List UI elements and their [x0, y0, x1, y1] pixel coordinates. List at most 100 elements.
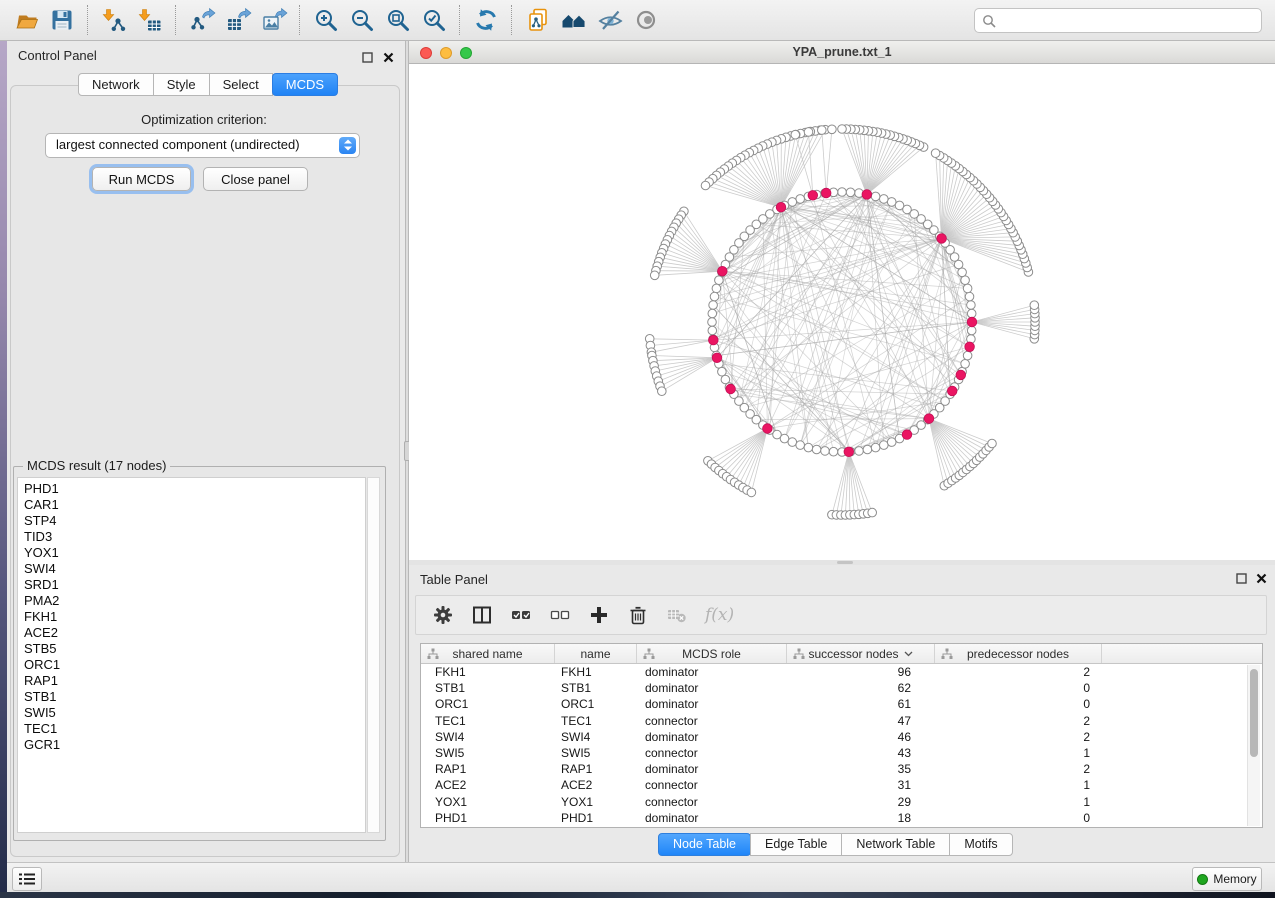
float-window-icon[interactable] — [362, 50, 373, 68]
table-row[interactable]: TEC1TEC1connector472 — [421, 713, 1262, 729]
column-header-mcds-role[interactable]: MCDS role — [637, 644, 787, 663]
delete-column-icon[interactable] — [625, 602, 651, 628]
table-row[interactable]: ACE2ACE2connector311 — [421, 777, 1262, 793]
table-options-gear-icon[interactable] — [430, 602, 456, 628]
mcds-result-item[interactable]: SWI4 — [18, 561, 365, 577]
table-cell: SWI5 — [555, 746, 637, 760]
select-stepper-icon — [339, 137, 356, 154]
show-columns-icon[interactable] — [469, 602, 495, 628]
mcds-result-item[interactable]: PMA2 — [18, 593, 365, 609]
close-icon[interactable] — [383, 50, 394, 68]
mcds-result-item[interactable]: TEC1 — [18, 721, 365, 737]
zoom-in-button[interactable] — [308, 2, 344, 38]
mcds-result-item[interactable]: RAP1 — [18, 673, 365, 689]
export-network-icon — [189, 7, 216, 34]
run-mcds-button[interactable]: Run MCDS — [92, 167, 191, 191]
mcds-result-item[interactable]: GCR1 — [18, 737, 365, 753]
table-cell: 47 — [787, 714, 935, 728]
network-window-title: YPA_prune.txt_1 — [409, 45, 1275, 59]
optimization-criterion-select[interactable]: largest connected component (undirected) — [45, 133, 360, 158]
show-graphics-button[interactable] — [628, 2, 664, 38]
mcds-result-item[interactable]: ORC1 — [18, 657, 365, 673]
tab-motifs[interactable]: Motifs — [949, 833, 1012, 856]
floppy-disk-icon — [49, 7, 75, 33]
tab-network[interactable]: Network — [78, 73, 154, 96]
mcds-result-item[interactable]: TID3 — [18, 529, 365, 545]
clone-network-button[interactable] — [520, 2, 556, 38]
network-canvas[interactable] — [409, 64, 1275, 560]
open-file-button[interactable] — [8, 2, 44, 38]
memory-button[interactable]: Memory — [1192, 867, 1262, 891]
table-cell: FKH1 — [421, 665, 555, 679]
zoom-selected-icon — [421, 7, 447, 33]
table-cell: 29 — [787, 795, 935, 809]
tab-style[interactable]: Style — [153, 73, 210, 96]
mcds-result-item[interactable]: PHD1 — [18, 481, 365, 497]
table-cell: SWI4 — [555, 730, 637, 744]
tab-mcds[interactable]: MCDS — [272, 73, 338, 96]
zoom-fit-button[interactable] — [380, 2, 416, 38]
search-input[interactable] — [996, 13, 1261, 29]
table-cell: STB1 — [421, 681, 555, 695]
mcds-result-title: MCDS result (17 nodes) — [23, 458, 170, 473]
close-icon[interactable] — [1256, 571, 1267, 589]
table-row[interactable]: PHD1PHD1dominator180 — [421, 810, 1262, 826]
network-ring-nodes[interactable] — [708, 188, 977, 457]
memory-status-dot — [1197, 874, 1208, 885]
network-window-titlebar[interactable]: YPA_prune.txt_1 — [409, 41, 1275, 64]
mcds-result-item[interactable]: SWI5 — [18, 705, 365, 721]
tab-network-table[interactable]: Network Table — [841, 833, 950, 856]
column-header-shared-name[interactable]: shared name — [421, 644, 555, 663]
mcds-result-item[interactable]: SRD1 — [18, 577, 365, 593]
table-row[interactable]: SWI5SWI5connector431 — [421, 745, 1262, 761]
search-box[interactable] — [974, 8, 1262, 33]
column-header-predecessor-nodes[interactable]: predecessor nodes — [935, 644, 1102, 663]
table-row[interactable]: STB1STB1dominator620 — [421, 680, 1262, 696]
zoom-out-button[interactable] — [344, 2, 380, 38]
table-scrollbar[interactable] — [1247, 665, 1260, 826]
mcds-result-item[interactable]: YOX1 — [18, 545, 365, 561]
tab-node-table[interactable]: Node Table — [658, 833, 751, 856]
select-all-icon[interactable] — [508, 602, 534, 628]
mcds-result-item[interactable]: ACE2 — [18, 625, 365, 641]
status-bar: Memory — [7, 862, 1275, 892]
toolbar-separator — [511, 5, 513, 35]
toolbar-separator — [299, 5, 301, 35]
column-header-name[interactable]: name — [555, 644, 637, 663]
tab-select[interactable]: Select — [209, 73, 273, 96]
table-row[interactable]: FKH1FKH1dominator962 — [421, 664, 1262, 680]
tab-edge-table[interactable]: Edge Table — [750, 833, 842, 856]
export-image-button[interactable] — [256, 2, 292, 38]
mcds-result-item[interactable]: STB1 — [18, 689, 365, 705]
unselect-all-icon[interactable] — [547, 602, 573, 628]
save-session-button[interactable] — [44, 2, 80, 38]
zoom-selected-button[interactable] — [416, 2, 452, 38]
table-row[interactable]: RAP1RAP1dominator352 — [421, 761, 1262, 777]
refresh-button[interactable] — [468, 2, 504, 38]
import-network-button[interactable] — [96, 2, 132, 38]
mcds-list-scrollbar[interactable] — [367, 477, 380, 833]
table-row[interactable]: YOX1YOX1connector291 — [421, 794, 1262, 810]
mcds-result-list[interactable]: PHD1CAR1STP4TID3YOX1SWI4SRD1PMA2FKH1ACE2… — [17, 477, 366, 833]
mcds-result-item[interactable]: FKH1 — [18, 609, 365, 625]
hide-graphics-button[interactable] — [592, 2, 628, 38]
column-header-successor-nodes[interactable]: successor nodes — [787, 644, 935, 663]
splitter-grip[interactable] — [837, 561, 853, 564]
table-row[interactable]: ORC1ORC1dominator610 — [421, 696, 1262, 712]
table-panel-tabs: Node TableEdge TableNetwork TableMotifs — [658, 833, 1013, 856]
scrollbar-thumb[interactable] — [1250, 669, 1258, 757]
close-panel-button[interactable]: Close panel — [203, 167, 308, 191]
table-row[interactable]: SWI4SWI4dominator462 — [421, 729, 1262, 745]
mcds-result-item[interactable]: STP4 — [18, 513, 365, 529]
export-network-button[interactable] — [184, 2, 220, 38]
table-cell: ORC1 — [421, 697, 555, 711]
network-home-button[interactable] — [556, 2, 592, 38]
mcds-result-item[interactable]: CAR1 — [18, 497, 365, 513]
add-column-icon[interactable] — [586, 602, 612, 628]
export-table-button[interactable] — [220, 2, 256, 38]
import-table-button[interactable] — [132, 2, 168, 38]
float-window-icon[interactable] — [1236, 571, 1247, 589]
mcds-result-item[interactable]: STB5 — [18, 641, 365, 657]
table-cell: 96 — [787, 665, 935, 679]
show-panels-list-button[interactable] — [12, 867, 42, 891]
